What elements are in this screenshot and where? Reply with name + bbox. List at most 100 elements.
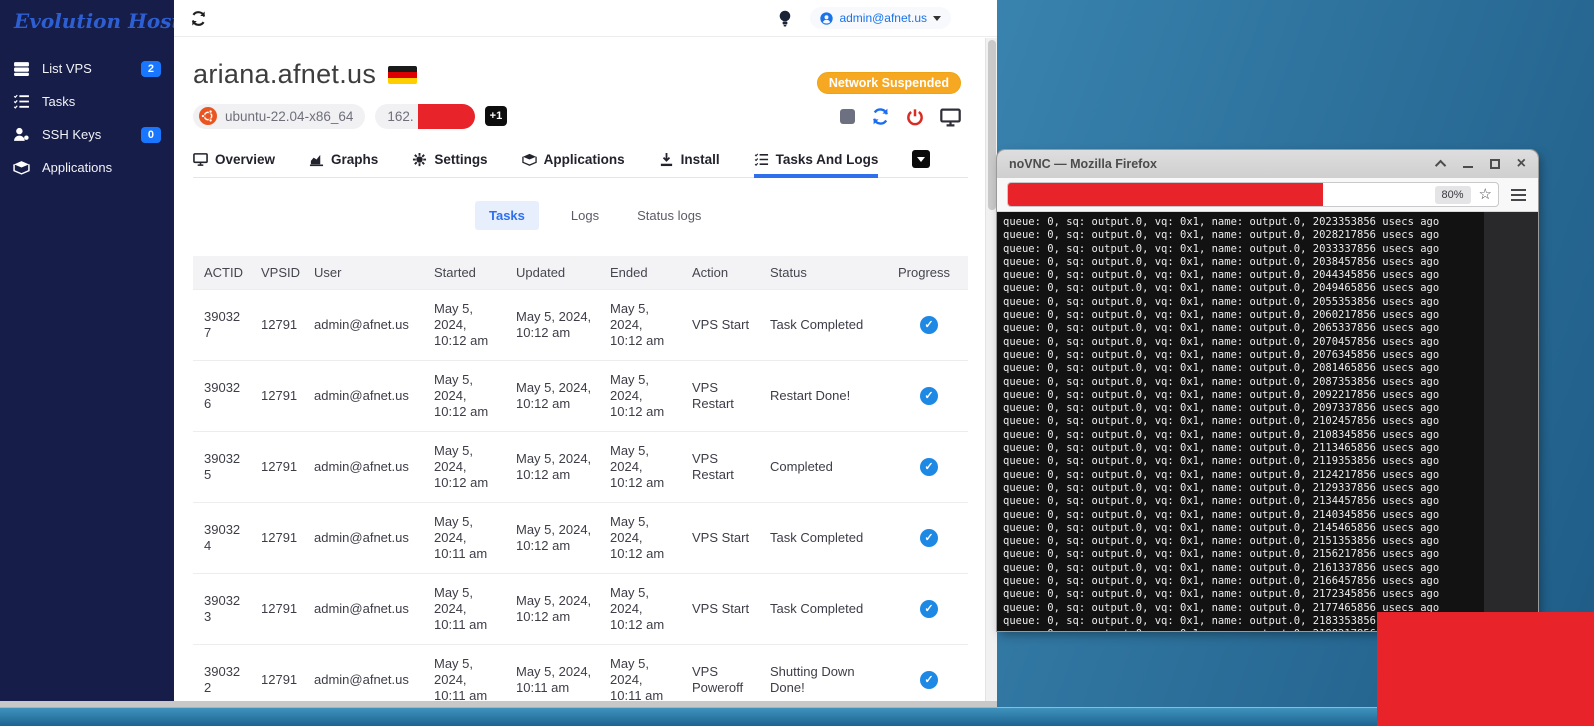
power-icon[interactable] <box>906 108 924 126</box>
cell-actid: 390322 <box>193 645 253 702</box>
table-row: 390325 12791 admin@afnet.us May 5, 2024,… <box>193 432 968 503</box>
column-header: Updated <box>508 256 602 290</box>
novnc-firefox-window: noVNC — Mozilla Firefox × 80% ☆ queue: 0… <box>997 150 1538 631</box>
cell-user: admin@afnet.us <box>306 290 426 361</box>
shade-icon[interactable] <box>1435 160 1446 171</box>
ip-prefix: 162. <box>387 109 413 124</box>
account-label: admin@afnet.us <box>839 11 927 25</box>
terminal-output[interactable]: queue: 0, sq: output.0, vq: 0x1, name: o… <box>997 212 1484 631</box>
subtab-logs[interactable]: Logs <box>565 201 605 230</box>
column-header: User <box>306 256 426 290</box>
sidebar-item[interactable]: Applications <box>0 151 174 184</box>
cell-updated: May 5, 2024, 10:12 am <box>508 432 602 503</box>
task-completed-check-icon: ✓ <box>920 458 938 476</box>
tab-overflow-dropdown[interactable] <box>912 150 930 168</box>
tab-label: Settings <box>434 152 487 167</box>
sidebar-item[interactable]: List VPS 2 <box>0 52 174 85</box>
tab-settings[interactable]: Settings <box>412 152 487 177</box>
chevron-down-icon <box>917 157 925 162</box>
tab-applications[interactable]: Applications <box>522 152 625 177</box>
redaction-box <box>418 104 475 129</box>
tasks-table: ACTID VPSID User Started Updated Ended A… <box>193 256 968 701</box>
tab-tasks-and-logs[interactable]: Tasks And Logs <box>754 152 879 178</box>
cell-status: Restart Done! <box>762 361 890 432</box>
extra-ip-badge[interactable]: +1 <box>485 106 508 126</box>
cell-ended: May 5, 2024, 10:12 am <box>602 290 684 361</box>
cell-status: Task Completed <box>762 503 890 574</box>
scrollbar[interactable] <box>985 38 997 701</box>
cell-status: Task Completed <box>762 290 890 361</box>
stop-button[interactable] <box>840 109 855 124</box>
monitor-icon <box>193 152 208 167</box>
cell-updated: May 5, 2024, 10:12 am <box>508 574 602 645</box>
tab-label: Graphs <box>331 152 378 167</box>
cell-started: May 5, 2024, 10:12 am <box>426 361 508 432</box>
sidebar: Evolution Host List VPS 2 Tasks SSH Keys… <box>0 0 174 701</box>
cell-updated: May 5, 2024, 10:12 am <box>508 361 602 432</box>
refresh-icon[interactable] <box>190 10 207 27</box>
evolution-host-window: Evolution Host List VPS 2 Tasks SSH Keys… <box>0 0 997 707</box>
bookmark-star-icon[interactable]: ☆ <box>1479 187 1492 202</box>
cell-started: May 5, 2024, 10:12 am <box>426 290 508 361</box>
tab-install[interactable]: Install <box>659 152 720 177</box>
cell-ended: May 5, 2024, 10:11 am <box>602 645 684 702</box>
desktop-taskbar[interactable] <box>0 707 1594 726</box>
maximize-icon[interactable] <box>1490 159 1500 169</box>
monitor-icon[interactable] <box>940 107 961 126</box>
task-completed-check-icon: ✓ <box>920 600 938 618</box>
sidebar-item[interactable]: Tasks <box>0 85 174 118</box>
minimize-icon[interactable] <box>1463 166 1473 168</box>
applications-icon <box>522 152 537 167</box>
tab-label: Overview <box>215 152 275 167</box>
cell-action: VPS Start <box>684 503 762 574</box>
cell-updated: May 5, 2024, 10:12 am <box>508 290 602 361</box>
hamburger-menu-icon[interactable] <box>1509 187 1528 203</box>
lightbulb-icon[interactable] <box>778 10 792 27</box>
german-flag-icon <box>388 66 417 84</box>
table-row: 390322 12791 admin@afnet.us May 5, 2024,… <box>193 645 968 702</box>
cell-ended: May 5, 2024, 10:12 am <box>602 503 684 574</box>
vnc-viewport[interactable]: queue: 0, sq: output.0, vq: 0x1, name: o… <box>997 212 1538 631</box>
cell-status: Shutting Down Done! <box>762 645 890 702</box>
subtab-bar: Tasks Logs Status logs <box>475 201 997 230</box>
subtab-status-logs[interactable]: Status logs <box>631 201 707 230</box>
tab-overview[interactable]: Overview <box>193 152 275 177</box>
sidebar-item[interactable]: SSH Keys 0 <box>0 118 174 151</box>
ssh-user-icon <box>13 126 30 143</box>
cell-updated: May 5, 2024, 10:11 am <box>508 645 602 702</box>
sidebar-item-label: List VPS <box>42 61 92 76</box>
table-row: 390326 12791 admin@afnet.us May 5, 2024,… <box>193 361 968 432</box>
zoom-level-badge[interactable]: 80% <box>1435 186 1471 204</box>
main-panel: admin@afnet.us Network Suspended ariana.… <box>174 0 997 701</box>
cell-started: May 5, 2024, 10:12 am <box>426 432 508 503</box>
sidebar-item-label: Applications <box>42 160 112 175</box>
graph-icon <box>309 152 324 167</box>
user-circle-icon <box>820 12 833 25</box>
cell-status: Completed <box>762 432 890 503</box>
count-badge: 0 <box>141 127 161 143</box>
close-icon[interactable]: × <box>1517 158 1526 170</box>
scrollbar-thumb[interactable] <box>988 40 996 210</box>
cell-actid: 390324 <box>193 503 253 574</box>
cell-vpsid: 12791 <box>253 574 306 645</box>
cell-action: VPS Start <box>684 574 762 645</box>
tab-graphs[interactable]: Graphs <box>309 152 378 177</box>
window-titlebar[interactable]: noVNC — Mozilla Firefox × <box>997 150 1538 178</box>
cell-user: admin@afnet.us <box>306 574 426 645</box>
page-title: ariana.afnet.us <box>193 59 376 90</box>
url-bar[interactable]: 80% ☆ <box>1007 182 1499 207</box>
cell-action: VPS Restart <box>684 432 762 503</box>
column-header: ACTID <box>193 256 253 290</box>
status-badge: Network Suspended <box>817 72 961 94</box>
column-header: VPSID <box>253 256 306 290</box>
cell-vpsid: 12791 <box>253 361 306 432</box>
account-menu[interactable]: admin@afnet.us <box>810 7 951 29</box>
sidebar-item-label: SSH Keys <box>42 127 101 142</box>
redaction-box <box>1377 612 1594 726</box>
refresh-icon[interactable] <box>871 107 890 126</box>
subtab-tasks[interactable]: Tasks <box>475 201 539 230</box>
main-topbar: admin@afnet.us <box>174 0 997 37</box>
cell-started: May 5, 2024, 10:11 am <box>426 574 508 645</box>
applications-icon <box>13 159 30 176</box>
task-list-icon <box>13 93 30 110</box>
